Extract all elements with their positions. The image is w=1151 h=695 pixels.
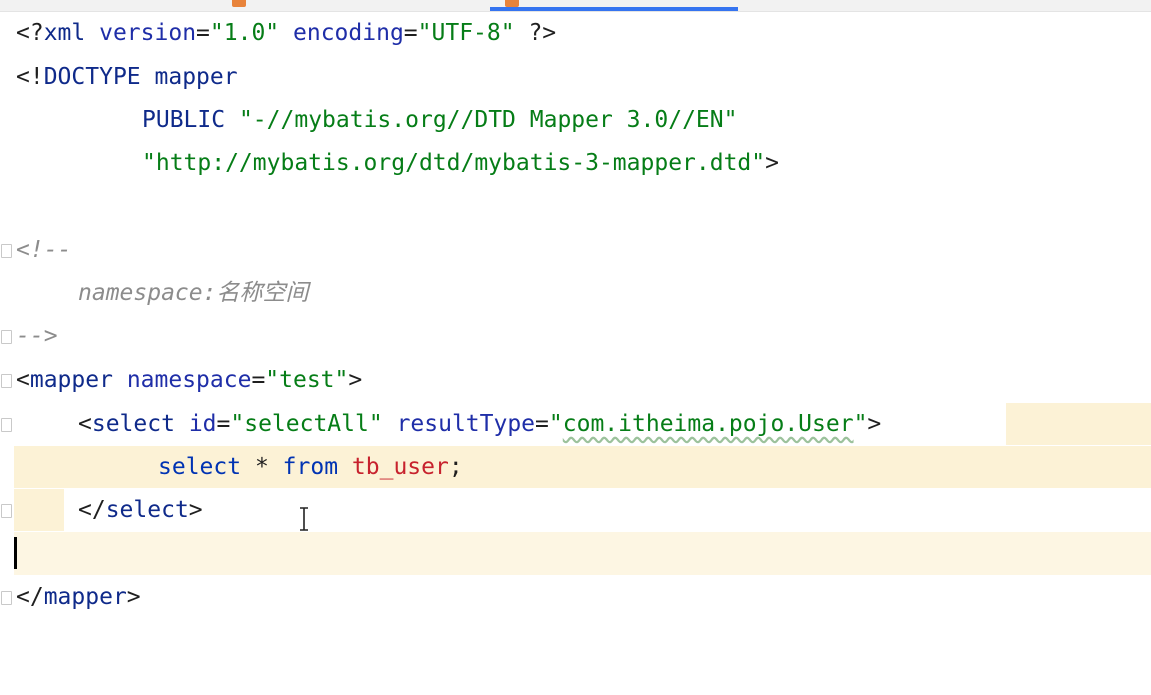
code-line-mapper-close[interactable]: </mapper>: [16, 576, 141, 619]
code-line-comment-close[interactable]: -->: [16, 315, 58, 358]
fold-toggle-icon[interactable]: [1, 330, 12, 344]
tag-close-bracket: >: [867, 411, 882, 437]
code-line-system-id[interactable]: "http://mybatis.org/dtd/mybatis-3-mapper…: [16, 142, 779, 185]
code-line-select-close[interactable]: </select>: [16, 489, 203, 532]
attr-id: id: [188, 411, 217, 437]
tag-close-bracket: >: [188, 497, 203, 523]
code-line-comment-open[interactable]: <!--: [16, 229, 71, 272]
fold-toggle-icon[interactable]: [1, 244, 12, 258]
tag-close-bracket: >: [126, 584, 141, 610]
quote: ": [548, 411, 563, 437]
tag-open-bracket: </: [16, 584, 44, 610]
code-line-mapper-open[interactable]: <mapper namespace="test">: [16, 359, 362, 402]
active-tab-indicator: [490, 7, 738, 11]
code-line-select-open[interactable]: <select id="selectAll" resultType="com.i…: [16, 403, 881, 446]
xml-file-icon: [232, 0, 246, 7]
attr-encoding: encoding: [293, 20, 404, 46]
comment-open: <!--: [16, 237, 72, 263]
system-id-value: "http://mybatis.org/dtd/mybatis-3-mapper…: [142, 150, 766, 176]
doctype-close: >: [765, 150, 779, 176]
equals-sign: =: [196, 20, 210, 46]
public-id-value: "-//mybatis.org//DTD Mapper 3.0//EN": [238, 107, 738, 133]
fold-toggle-icon[interactable]: [1, 504, 12, 518]
equals-sign: =: [535, 411, 549, 437]
quote: ": [853, 411, 868, 437]
equals-sign: =: [251, 367, 266, 393]
attr-namespace-value: "test": [265, 367, 349, 393]
equals-sign: =: [216, 411, 231, 437]
attr-version-value: "1.0": [209, 20, 280, 46]
code-line-comment-body[interactable]: namespace:名称空间: [16, 272, 308, 315]
code-highlight: [1006, 403, 1151, 445]
code-line-xml-declaration[interactable]: <?xml version="1.0" encoding="UTF-8" ?>: [16, 12, 556, 55]
attr-namespace: namespace: [126, 367, 252, 393]
doctype-keyword: DOCTYPE: [43, 64, 141, 90]
mapper-tag-name: mapper: [29, 367, 113, 393]
tag-open-bracket: <: [16, 367, 30, 393]
xml-file-icon: [505, 0, 519, 7]
select-close-tag-name: select: [105, 497, 189, 523]
xml-decl-close: ?>: [528, 20, 557, 46]
doctype-open: <!: [16, 64, 44, 90]
sql-select-keyword: select: [158, 454, 242, 480]
xml-decl-name: xml: [43, 20, 86, 46]
attr-encoding-value: "UTF-8": [417, 20, 515, 46]
attr-result-type-value: com.itheima.pojo.User: [562, 411, 854, 437]
current-line-highlight: [14, 532, 1151, 575]
sql-table-name: tb_user: [351, 454, 449, 480]
text-caret: [14, 537, 17, 569]
comment-close: -->: [16, 323, 58, 349]
sql-semicolon: ;: [448, 454, 463, 480]
xml-decl-open: <?: [16, 20, 44, 46]
sql-star: *: [254, 454, 269, 480]
attr-result-type: resultType: [396, 411, 536, 437]
fold-toggle-icon[interactable]: [1, 591, 12, 605]
fold-toggle-icon[interactable]: [1, 418, 12, 432]
tag-open-bracket: </: [78, 497, 106, 523]
editor-tab-strip: [0, 0, 1151, 12]
attr-id-value: "selectAll": [230, 411, 383, 437]
equals-sign: =: [403, 20, 418, 46]
code-line-sql-statement[interactable]: select * from tb_user;: [16, 446, 463, 489]
tag-close-bracket: >: [348, 367, 363, 393]
sql-from-keyword: from: [282, 454, 339, 480]
select-tag-name: select: [91, 411, 175, 437]
comment-text: namespace:名称空间: [78, 280, 309, 306]
code-editor[interactable]: <?xml version="1.0" encoding="UTF-8" ?> …: [0, 0, 1151, 695]
tag-open-bracket: <: [78, 411, 92, 437]
doctype-root: mapper: [154, 64, 238, 90]
public-keyword: PUBLIC: [142, 107, 226, 133]
mapper-close-tag-name: mapper: [43, 584, 127, 610]
code-line-doctype[interactable]: <!DOCTYPE mapper: [16, 56, 238, 99]
fold-toggle-icon[interactable]: [1, 374, 12, 388]
mouse-ibeam-cursor-icon: [300, 507, 308, 531]
attr-version: version: [99, 20, 197, 46]
code-line-public-id[interactable]: PUBLIC "-//mybatis.org//DTD Mapper 3.0//…: [16, 99, 737, 142]
